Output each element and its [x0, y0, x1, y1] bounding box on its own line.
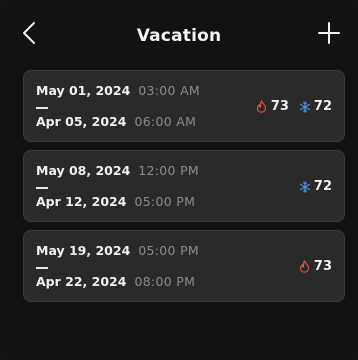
end-time: 05:00 PM	[134, 194, 196, 209]
end-row: Apr 12, 2024 05:00 PM	[36, 194, 195, 209]
start-time: 05:00 PM	[138, 243, 200, 258]
end-time: 08:00 PM	[134, 274, 196, 289]
end-row: Apr 22, 2024 08:00 PM	[36, 274, 195, 289]
date-range-separator	[36, 107, 48, 109]
start-date: May 01, 2024	[36, 83, 131, 98]
date-range-separator	[36, 187, 48, 189]
date-range-separator	[36, 267, 48, 269]
vacation-screen: Vacation May 01, 2024 03:00 AM Apr 05, 202…	[0, 0, 358, 360]
cool-setpoint-value: 72	[313, 99, 332, 114]
snowflake-icon	[299, 180, 311, 194]
vacation-schedule-card[interactable]: May 19, 2024 05:00 PM Apr 22, 2024 08:00 PM…	[23, 230, 345, 302]
flame-icon	[299, 260, 311, 274]
end-row: Apr 05, 2024 06:00 AM	[36, 114, 196, 129]
plus-icon	[318, 22, 340, 48]
heat-setpoint: 73	[256, 99, 289, 114]
cool-setpoint: 72	[299, 99, 332, 114]
snowflake-icon	[299, 100, 311, 114]
setpoints: 73 72	[256, 99, 332, 114]
end-date: Apr 12, 2024	[36, 194, 127, 209]
setpoints: 73	[299, 259, 332, 274]
heat-setpoint: 73	[299, 259, 332, 274]
end-date: Apr 05, 2024	[36, 114, 127, 129]
vacation-schedule-card[interactable]: May 08, 2024 12:00 PM Apr 12, 2024 05:00 PM…	[23, 150, 345, 222]
cool-setpoint-value: 72	[313, 179, 332, 194]
end-date: Apr 22, 2024	[36, 274, 127, 289]
start-time: 12:00 PM	[138, 163, 200, 178]
vacation-schedule-list: May 01, 2024 03:00 AM Apr 05, 2024 06:00 AM…	[23, 70, 345, 310]
page-title: Vacation	[136, 26, 222, 46]
start-date: May 19, 2024	[36, 243, 131, 258]
start-row: May 01, 2024 03:00 AM	[36, 83, 200, 98]
start-row: May 08, 2024 12:00 PM	[36, 163, 199, 178]
end-time: 06:00 AM	[134, 114, 197, 129]
vacation-schedule-card[interactable]: May 01, 2024 03:00 AM Apr 05, 2024 06:00 AM…	[23, 70, 345, 142]
heat-setpoint-value: 73	[270, 99, 289, 114]
setpoints: 72	[299, 179, 332, 194]
start-date: May 08, 2024	[36, 163, 131, 178]
start-time: 03:00 AM	[138, 83, 201, 98]
add-schedule-button[interactable]	[316, 22, 342, 48]
header: Vacation	[0, 0, 358, 64]
start-row: May 19, 2024 05:00 PM	[36, 243, 199, 258]
cool-setpoint: 72	[299, 179, 332, 194]
flame-icon	[256, 100, 268, 114]
heat-setpoint-value: 73	[313, 259, 332, 274]
